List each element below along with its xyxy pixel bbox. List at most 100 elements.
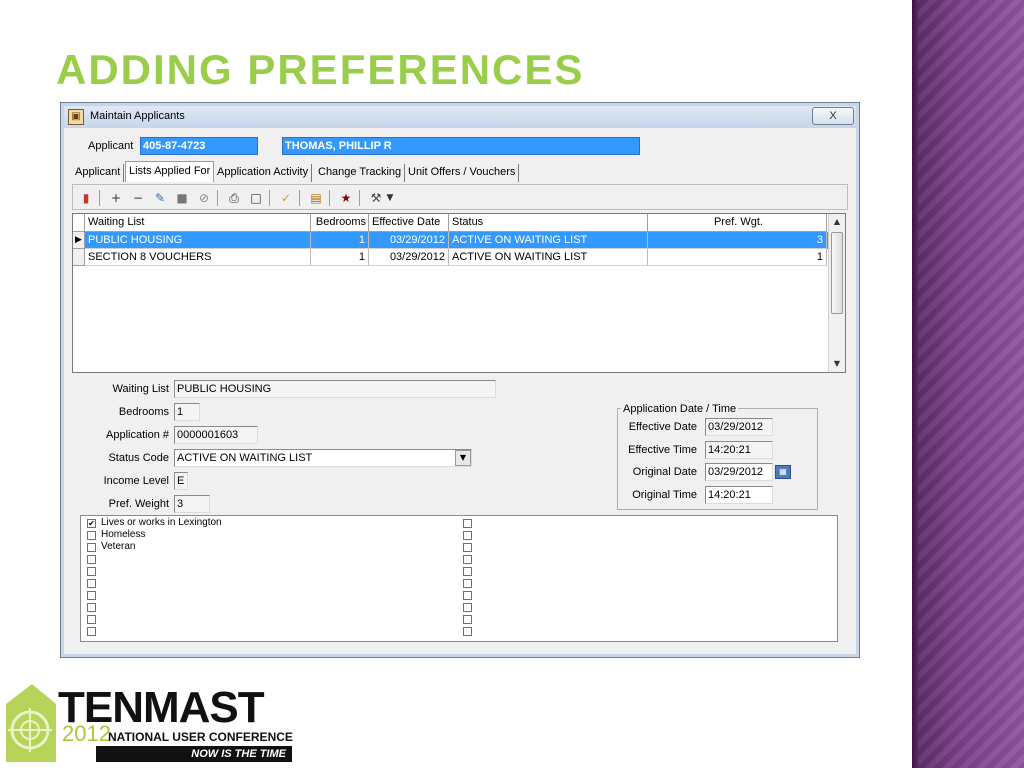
- edit-icon[interactable]: ✎: [151, 189, 169, 207]
- close-button[interactable]: X: [812, 107, 854, 125]
- save-icon[interactable]: ■: [173, 189, 191, 207]
- preference-checkbox-empty[interactable]: [87, 591, 96, 600]
- preference-label: Lives or works in Lexington: [101, 517, 222, 528]
- toolbar-separator: [329, 190, 330, 206]
- preference-checkbox-checked[interactable]: ✔: [87, 519, 96, 528]
- cell-effective-date: 03/29/2012: [369, 232, 449, 249]
- scroll-thumb[interactable]: [831, 232, 843, 314]
- effective-time-field[interactable]: 14:20:21: [705, 441, 773, 459]
- applicant-name-field[interactable]: THOMAS, PHILLIP R: [282, 137, 640, 155]
- tools-dropdown-icon[interactable]: ▼: [385, 189, 395, 207]
- original-date-label: Original Date: [632, 466, 697, 478]
- toolbar: ▮ + − ✎ ■ ⊘ ⎙ □ ✓ ▤ ★ ⚒ ▼: [72, 184, 848, 210]
- effective-date-label: Effective Date: [628, 421, 697, 433]
- scroll-down-icon[interactable]: ▼: [829, 356, 845, 372]
- table-row[interactable]: ▶ PUBLIC HOUSING 1 03/29/2012 ACTIVE ON …: [73, 232, 829, 249]
- waiting-list-grid: Waiting List Bedrooms Effective Date Sta…: [72, 213, 846, 373]
- window-title: Maintain Applicants: [90, 110, 185, 122]
- preference-checkbox-empty[interactable]: [87, 567, 96, 576]
- tab-lists-applied-for[interactable]: Lists Applied For: [125, 161, 215, 182]
- remove-icon[interactable]: −: [129, 189, 147, 207]
- preference-checkbox-empty[interactable]: [463, 579, 472, 588]
- income-level-label: Income Level: [103, 475, 169, 487]
- tools-icon[interactable]: ⚒: [367, 189, 385, 207]
- preference-checkbox-empty[interactable]: [87, 627, 96, 636]
- highlighter-icon[interactable]: ✓: [277, 189, 295, 207]
- cancel-icon[interactable]: ⊘: [195, 189, 213, 207]
- original-date-field[interactable]: 03/29/2012: [705, 463, 773, 481]
- waiting-list-field[interactable]: PUBLIC HOUSING: [174, 380, 496, 398]
- window-titlebar[interactable]: ▣ Maintain Applicants X: [64, 106, 856, 128]
- bedrooms-label: Bedrooms: [118, 406, 169, 418]
- preferences-checklist: ✔ Lives or works in Lexington Homeless V…: [80, 515, 838, 642]
- preference-checkbox-empty[interactable]: [463, 543, 472, 552]
- preference-checkbox-empty[interactable]: [463, 615, 472, 624]
- chevron-down-icon[interactable]: ▼: [455, 450, 471, 466]
- applicant-label: Applicant: [88, 140, 134, 152]
- notes-icon[interactable]: ★: [337, 189, 355, 207]
- applicant-ssn-field[interactable]: 405-87-4723: [140, 137, 258, 155]
- income-level-field[interactable]: E: [174, 472, 188, 490]
- preference-checkbox-empty[interactable]: [87, 579, 96, 588]
- cell-status: ACTIVE ON WAITING LIST: [449, 249, 648, 266]
- toolbar-separator: [269, 190, 270, 206]
- add-icon[interactable]: +: [107, 189, 125, 207]
- column-header-waiting-list[interactable]: Waiting List: [85, 214, 311, 232]
- layout-icon[interactable]: ▤: [307, 189, 325, 207]
- preference-checkbox-empty[interactable]: [87, 615, 96, 624]
- preference-checkbox[interactable]: [87, 543, 96, 552]
- preference-checkbox-empty[interactable]: [463, 519, 472, 528]
- tab-unit-offers-vouchers[interactable]: Unit Offers / Vouchers: [405, 164, 520, 182]
- effective-date-field[interactable]: 03/29/2012: [705, 418, 773, 436]
- bedrooms-field[interactable]: 1: [174, 403, 200, 421]
- grid-vertical-scrollbar[interactable]: ▲ ▼: [828, 214, 845, 372]
- column-header-status[interactable]: Status: [449, 214, 648, 232]
- logo-tagline: NOW IS THE TIME: [96, 746, 292, 762]
- scroll-up-icon[interactable]: ▲: [829, 214, 845, 230]
- preference-checkbox-empty[interactable]: [463, 555, 472, 564]
- original-time-field[interactable]: 14:20:21: [705, 486, 773, 504]
- preference-checkbox-empty[interactable]: [463, 603, 472, 612]
- preference-checkbox-empty[interactable]: [463, 591, 472, 600]
- preference-label: Veteran: [101, 541, 136, 552]
- preference-checkbox[interactable]: [87, 531, 96, 540]
- column-header-pref-wgt[interactable]: Pref. Wgt.: [648, 214, 827, 232]
- toolbar-separator: [299, 190, 300, 206]
- cell-waiting-list: SECTION 8 VOUCHERS: [85, 249, 311, 266]
- toolbar-separator: [359, 190, 360, 206]
- table-row[interactable]: SECTION 8 VOUCHERS 1 03/29/2012 ACTIVE O…: [73, 249, 829, 266]
- preference-checkbox-empty[interactable]: [87, 603, 96, 612]
- print-icon[interactable]: ⎙: [225, 189, 243, 207]
- app-icon: ▣: [68, 109, 84, 125]
- grid-corner: [73, 214, 85, 232]
- cell-pref-wgt: 1: [648, 249, 827, 266]
- status-code-select[interactable]: ACTIVE ON WAITING LIST: [174, 449, 472, 467]
- status-code-label: Status Code: [108, 452, 169, 464]
- logo-subtitle: NATIONAL USER CONFERENCE: [108, 730, 293, 744]
- cell-bedrooms: 1: [311, 249, 369, 266]
- preference-checkbox-empty[interactable]: [463, 567, 472, 576]
- cell-status: ACTIVE ON WAITING LIST: [449, 232, 648, 249]
- application-date-group-title: Application Date / Time: [621, 403, 739, 415]
- pref-weight-field[interactable]: 3: [174, 495, 210, 513]
- waiting-list-label: Waiting List: [112, 383, 169, 395]
- cell-effective-date: 03/29/2012: [369, 249, 449, 266]
- application-number-field[interactable]: 0000001603: [174, 426, 258, 444]
- decorative-side-strip: [912, 0, 1024, 768]
- exit-icon[interactable]: ▮: [77, 189, 95, 207]
- tenmast-conference-logo: TENMAST 2012 NATIONAL USER CONFERENCE NO…: [4, 682, 296, 764]
- preference-checkbox-empty[interactable]: [463, 627, 472, 636]
- slide-title: ADDING PREFERENCES: [56, 46, 585, 93]
- preference-checkbox-empty[interactable]: [87, 555, 96, 564]
- tab-applicant[interactable]: Applicant: [72, 164, 125, 182]
- column-header-bedrooms[interactable]: Bedrooms: [311, 214, 369, 232]
- row-selector: [73, 249, 85, 266]
- cell-bedrooms: 1: [311, 232, 369, 249]
- tab-change-tracking[interactable]: Change Tracking: [315, 164, 406, 182]
- preference-checkbox-empty[interactable]: [463, 531, 472, 540]
- column-header-effective-date[interactable]: Effective Date: [369, 214, 449, 232]
- calendar-icon[interactable]: ▦: [775, 465, 791, 479]
- copy-icon[interactable]: □: [247, 189, 265, 207]
- toolbar-separator: [99, 190, 100, 206]
- tab-application-activity[interactable]: Application Activity: [214, 164, 313, 182]
